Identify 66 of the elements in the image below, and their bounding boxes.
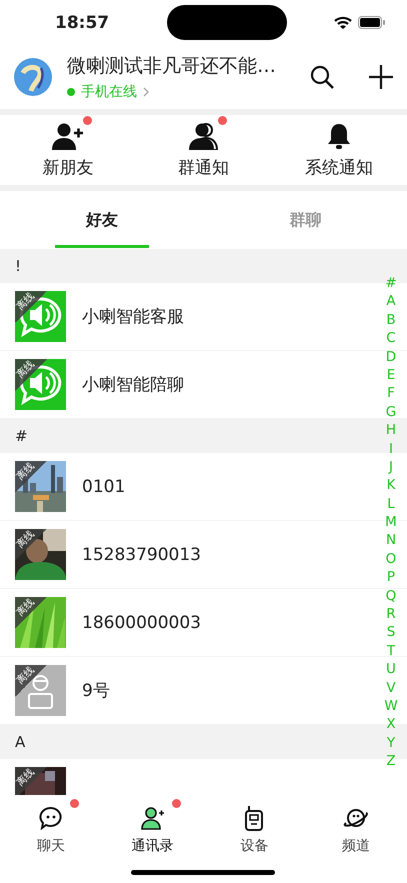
search-button[interactable] bbox=[310, 65, 334, 89]
index-letter[interactable]: J bbox=[381, 458, 401, 476]
contact-name[interactable]: 小喇智能陪聊 bbox=[82, 373, 184, 396]
chat-bubble-icon[interactable] bbox=[38, 806, 63, 830]
index-letter[interactable]: H bbox=[381, 421, 401, 440]
index-letter[interactable]: K bbox=[381, 476, 401, 495]
bell-icon bbox=[327, 122, 352, 150]
index-letter[interactable]: L bbox=[381, 494, 401, 514]
contact-name[interactable]: 15283790013 bbox=[82, 544, 201, 564]
index-letter[interactable]: R bbox=[381, 605, 401, 624]
index-letter[interactable]: W bbox=[381, 696, 401, 716]
group-icon bbox=[188, 122, 218, 150]
shortcut-button[interactable]: 系统通知 bbox=[271, 115, 407, 185]
speaker-chat-icon bbox=[15, 291, 66, 342]
chevron-icon bbox=[143, 87, 149, 97]
shortcut-button[interactable]: 群通知 bbox=[136, 115, 272, 185]
index-letter[interactable]: F bbox=[381, 384, 401, 403]
speaker-chat-icon bbox=[15, 359, 66, 410]
walkie-talkie-icon[interactable] bbox=[244, 805, 264, 831]
default-avatar-icon bbox=[15, 665, 66, 716]
wifi-icon bbox=[334, 16, 352, 29]
index-letter[interactable]: Z bbox=[381, 752, 401, 771]
index-letter[interactable]: D bbox=[381, 348, 401, 366]
planet-icon[interactable] bbox=[343, 806, 370, 830]
index-letter[interactable]: Y bbox=[381, 734, 401, 752]
offline-ribbon: 离线 bbox=[15, 359, 47, 391]
offline-ribbon: 离线 bbox=[15, 665, 47, 697]
nav-tab[interactable]: 频道 bbox=[305, 797, 407, 855]
index-letter[interactable]: M bbox=[381, 513, 401, 532]
offline-ribbon: 离线 bbox=[15, 529, 47, 561]
index-letter[interactable]: C bbox=[381, 329, 401, 348]
index-letter[interactable]: S bbox=[381, 623, 401, 642]
status-time: 18:57 bbox=[55, 12, 110, 32]
index-letter[interactable]: O bbox=[381, 550, 401, 568]
nav-tab[interactable]: 通讯录 bbox=[102, 797, 204, 855]
index-letter[interactable]: G bbox=[381, 402, 401, 422]
index-letter[interactable]: E bbox=[381, 366, 401, 384]
index-letter[interactable]: U bbox=[381, 660, 401, 679]
offline-ribbon: 离线 bbox=[15, 597, 47, 629]
account-name: 微喇测试非凡哥还不能… bbox=[67, 54, 277, 79]
index-letter[interactable]: X bbox=[381, 715, 401, 734]
index-letter[interactable]: N bbox=[381, 531, 401, 550]
app-logo bbox=[14, 58, 52, 96]
online-status-link[interactable]: 手机在线 bbox=[81, 83, 137, 101]
tab[interactable]: 群聊 bbox=[204, 191, 407, 249]
shortcut-button[interactable]: 新朋友 bbox=[0, 115, 136, 185]
offline-ribbon: 离线 bbox=[15, 461, 47, 493]
contact-name[interactable]: 18600000003 bbox=[82, 612, 201, 632]
index-letter[interactable]: Q bbox=[381, 586, 401, 606]
contact-name[interactable]: 小喇智能客服 bbox=[82, 305, 184, 328]
contacts-icon[interactable] bbox=[140, 806, 165, 830]
add-friend-icon bbox=[52, 122, 84, 150]
battery-icon bbox=[358, 16, 385, 29]
index-letter[interactable]: T bbox=[381, 642, 401, 660]
nav-tab[interactable]: 聊天 bbox=[0, 797, 102, 855]
index-letter[interactable]: I bbox=[381, 440, 401, 458]
contact-name[interactable]: 0101 bbox=[82, 476, 126, 496]
index-letter[interactable]: V bbox=[381, 678, 401, 697]
index-letter[interactable]: B bbox=[381, 310, 401, 330]
offline-ribbon: 离线 bbox=[15, 291, 47, 323]
index-letter[interactable]: A bbox=[381, 292, 401, 311]
add-button[interactable] bbox=[369, 65, 393, 89]
contact-name[interactable]: 9号 bbox=[82, 679, 110, 702]
tab[interactable]: 好友 bbox=[0, 191, 204, 249]
nav-tab[interactable]: 设备 bbox=[204, 797, 306, 855]
index-letter[interactable]: P bbox=[381, 568, 401, 587]
